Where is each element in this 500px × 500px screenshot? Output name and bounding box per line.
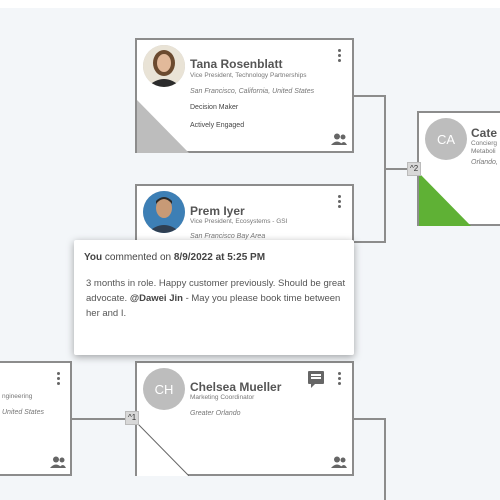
contact-title: Vice President, Ecosystems - GSI <box>190 218 288 225</box>
avatar <box>143 45 185 87</box>
comment-author: You <box>84 252 103 263</box>
more-options-icon[interactable] <box>57 372 61 387</box>
role-tag: Decision Maker <box>190 104 239 111</box>
comment-date: 8/9/2022 at 5:25 PM <box>173 252 266 263</box>
engagement-corner <box>137 100 189 153</box>
org-card-partial[interactable]: ngineering United States <box>0 361 72 476</box>
contact-name[interactable]: Tana Rosenblatt <box>190 57 282 71</box>
org-card-chelsea[interactable]: CH Chelsea Mueller Marketing Coordinator… <box>135 361 354 476</box>
people-icon[interactable] <box>50 456 66 468</box>
org-card-cate[interactable]: CA Cate Concierg Metaboli Orlando, <box>417 111 500 226</box>
connector-line <box>352 241 385 243</box>
collapse-toggle[interactable]: ^1 <box>125 411 140 425</box>
people-icon[interactable] <box>331 456 347 468</box>
people-icon[interactable] <box>331 133 347 145</box>
more-options-icon[interactable] <box>338 195 342 210</box>
contact-location: United States <box>2 409 45 416</box>
contact-title: Marketing Coordinator <box>190 394 255 401</box>
org-card-tana[interactable]: Tana Rosenblatt Vice President, Technolo… <box>135 38 354 153</box>
contact-name[interactable]: Cate <box>471 126 497 140</box>
collapse-toggle[interactable]: ^2 <box>407 162 422 176</box>
comment-icon[interactable] <box>308 371 324 388</box>
comment-header: You commented on 8/9/2022 at 5:25 PM <box>84 252 265 263</box>
org-card-prem[interactable]: Prem Iyer Vice President, Ecosystems - G… <box>135 184 354 244</box>
contact-location: Greater Orlando <box>190 410 241 417</box>
contact-location: San Francisco Bay Area <box>190 233 266 240</box>
contact-location: San Francisco, California, United States <box>190 88 315 95</box>
comment-body: 3 months in role. Happy customer previou… <box>86 276 348 321</box>
comment-popup: You commented on 8/9/2022 at 5:25 PM 3 m… <box>74 240 354 355</box>
contact-name[interactable]: Chelsea Mueller <box>190 380 281 394</box>
engagement-corner <box>137 423 189 476</box>
connector-line <box>384 418 386 500</box>
comment-verb: commented on <box>102 252 174 263</box>
engagement-corner <box>419 173 471 226</box>
more-options-icon[interactable] <box>338 49 342 64</box>
contact-title: Vice President, Technology Partnerships <box>190 72 307 79</box>
avatar <box>143 191 185 233</box>
contact-name[interactable]: Prem Iyer <box>190 204 245 218</box>
contact-title: ngineering <box>2 393 33 400</box>
avatar: CA <box>425 118 467 160</box>
contact-title: Concierg <box>471 140 498 147</box>
contact-title: Metaboli <box>471 148 496 155</box>
connector-line <box>352 418 385 420</box>
connector-line <box>352 95 385 97</box>
more-options-icon[interactable] <box>338 372 342 387</box>
engagement-tag: Actively Engaged <box>190 122 245 129</box>
contact-location: Orlando, <box>471 159 498 166</box>
avatar: CH <box>143 368 185 410</box>
mention-link[interactable]: @Dawei Jin <box>130 293 183 304</box>
top-band <box>0 0 500 8</box>
